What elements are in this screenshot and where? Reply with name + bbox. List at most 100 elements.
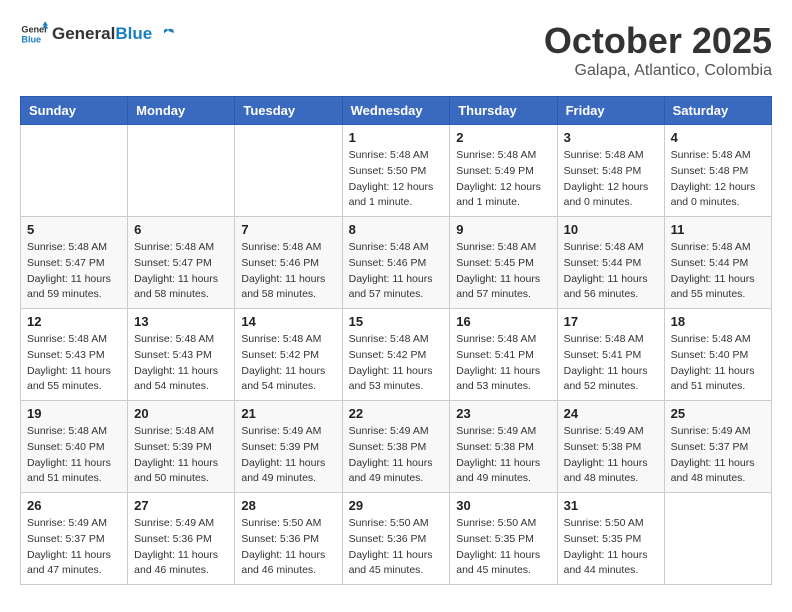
day-number: 4 xyxy=(671,130,765,145)
calendar-cell: 13 Sunrise: 5:48 AM Sunset: 5:43 PM Dayli… xyxy=(128,309,235,401)
day-info: Sunrise: 5:48 AM Sunset: 5:42 PM Dayligh… xyxy=(241,332,335,395)
calendar-cell: 11 Sunrise: 5:48 AM Sunset: 5:44 PM Dayli… xyxy=(664,217,771,309)
day-info: Sunrise: 5:48 AM Sunset: 5:40 PM Dayligh… xyxy=(27,424,121,487)
day-info: Sunrise: 5:48 AM Sunset: 5:44 PM Dayligh… xyxy=(671,240,765,303)
day-number: 12 xyxy=(27,314,121,329)
day-number: 7 xyxy=(241,222,335,237)
calendar-cell: 18 Sunrise: 5:48 AM Sunset: 5:40 PM Dayli… xyxy=(664,309,771,401)
day-info: Sunrise: 5:48 AM Sunset: 5:40 PM Dayligh… xyxy=(671,332,765,395)
day-number: 9 xyxy=(456,222,550,237)
page-header: General Blue GeneralBlue October 2025 Ga… xyxy=(20,20,772,80)
day-info: Sunrise: 5:50 AM Sunset: 5:35 PM Dayligh… xyxy=(456,516,550,579)
calendar-cell xyxy=(664,493,771,585)
day-number: 15 xyxy=(349,314,444,329)
calendar-week-2: 5 Sunrise: 5:48 AM Sunset: 5:47 PM Daylig… xyxy=(21,217,772,309)
day-number: 6 xyxy=(134,222,228,237)
day-info: Sunrise: 5:49 AM Sunset: 5:37 PM Dayligh… xyxy=(27,516,121,579)
calendar-cell: 20 Sunrise: 5:48 AM Sunset: 5:39 PM Dayli… xyxy=(128,401,235,493)
day-info: Sunrise: 5:48 AM Sunset: 5:39 PM Dayligh… xyxy=(134,424,228,487)
calendar-cell: 1Sunrise: 5:48 AM Sunset: 5:50 PM Daylig… xyxy=(342,125,450,217)
day-info: Sunrise: 5:48 AM Sunset: 5:48 PM Dayligh… xyxy=(671,148,765,211)
calendar-cell: 24 Sunrise: 5:49 AM Sunset: 5:38 PM Dayli… xyxy=(557,401,664,493)
day-info: Sunrise: 5:48 AM Sunset: 5:46 PM Dayligh… xyxy=(241,240,335,303)
calendar-cell: 22 Sunrise: 5:49 AM Sunset: 5:38 PM Dayli… xyxy=(342,401,450,493)
calendar-cell xyxy=(21,125,128,217)
day-info: Sunrise: 5:48 AM Sunset: 5:43 PM Dayligh… xyxy=(27,332,121,395)
calendar-cell: 12 Sunrise: 5:48 AM Sunset: 5:43 PM Dayli… xyxy=(21,309,128,401)
day-number: 11 xyxy=(671,222,765,237)
logo: General Blue GeneralBlue xyxy=(20,20,177,48)
day-header-tuesday: Tuesday xyxy=(235,97,342,125)
calendar-cell: 3Sunrise: 5:48 AM Sunset: 5:48 PM Daylig… xyxy=(557,125,664,217)
calendar-cell: 31Sunrise: 5:50 AM Sunset: 5:35 PM Dayli… xyxy=(557,493,664,585)
calendar-week-4: 19 Sunrise: 5:48 AM Sunset: 5:40 PM Dayli… xyxy=(21,401,772,493)
day-number: 1 xyxy=(349,130,444,145)
title-area: October 2025 Galapa, Atlantico, Colombia xyxy=(544,20,772,80)
calendar-header-row: SundayMondayTuesdayWednesdayThursdayFrid… xyxy=(21,97,772,125)
calendar-cell: 8Sunrise: 5:48 AM Sunset: 5:46 PM Daylig… xyxy=(342,217,450,309)
calendar-cell: 6 Sunrise: 5:48 AM Sunset: 5:47 PM Daylig… xyxy=(128,217,235,309)
day-info: Sunrise: 5:48 AM Sunset: 5:42 PM Dayligh… xyxy=(349,332,444,395)
day-number: 16 xyxy=(456,314,550,329)
day-info: Sunrise: 5:49 AM Sunset: 5:38 PM Dayligh… xyxy=(564,424,658,487)
day-info: Sunrise: 5:48 AM Sunset: 5:44 PM Dayligh… xyxy=(564,240,658,303)
day-number: 17 xyxy=(564,314,658,329)
calendar-week-3: 12 Sunrise: 5:48 AM Sunset: 5:43 PM Dayli… xyxy=(21,309,772,401)
calendar-cell: 19 Sunrise: 5:48 AM Sunset: 5:40 PM Dayli… xyxy=(21,401,128,493)
day-number: 28 xyxy=(241,498,335,513)
day-info: Sunrise: 5:48 AM Sunset: 5:45 PM Dayligh… xyxy=(456,240,550,303)
day-number: 24 xyxy=(564,406,658,421)
logo-blue: Blue xyxy=(115,24,152,43)
day-number: 30 xyxy=(456,498,550,513)
day-info: Sunrise: 5:49 AM Sunset: 5:39 PM Dayligh… xyxy=(241,424,335,487)
day-header-saturday: Saturday xyxy=(664,97,771,125)
day-number: 29 xyxy=(349,498,444,513)
day-number: 25 xyxy=(671,406,765,421)
logo-icon: General Blue xyxy=(20,20,48,48)
day-header-monday: Monday xyxy=(128,97,235,125)
location-subtitle: Galapa, Atlantico, Colombia xyxy=(544,62,772,80)
calendar-cell: 23Sunrise: 5:49 AM Sunset: 5:38 PM Dayli… xyxy=(450,401,557,493)
day-info: Sunrise: 5:48 AM Sunset: 5:49 PM Dayligh… xyxy=(456,148,550,211)
day-number: 5 xyxy=(27,222,121,237)
day-number: 13 xyxy=(134,314,228,329)
day-number: 27 xyxy=(134,498,228,513)
calendar-cell: 26Sunrise: 5:49 AM Sunset: 5:37 PM Dayli… xyxy=(21,493,128,585)
month-title: October 2025 xyxy=(544,20,772,62)
calendar-cell: 5Sunrise: 5:48 AM Sunset: 5:47 PM Daylig… xyxy=(21,217,128,309)
day-number: 2 xyxy=(456,130,550,145)
calendar-cell: 14Sunrise: 5:48 AM Sunset: 5:42 PM Dayli… xyxy=(235,309,342,401)
day-number: 23 xyxy=(456,406,550,421)
logo-general: General xyxy=(52,24,115,43)
day-info: Sunrise: 5:49 AM Sunset: 5:38 PM Dayligh… xyxy=(349,424,444,487)
day-number: 18 xyxy=(671,314,765,329)
day-info: Sunrise: 5:49 AM Sunset: 5:37 PM Dayligh… xyxy=(671,424,765,487)
day-info: Sunrise: 5:48 AM Sunset: 5:41 PM Dayligh… xyxy=(564,332,658,395)
calendar-week-1: 1Sunrise: 5:48 AM Sunset: 5:50 PM Daylig… xyxy=(21,125,772,217)
day-number: 20 xyxy=(134,406,228,421)
calendar-cell xyxy=(128,125,235,217)
day-number: 21 xyxy=(241,406,335,421)
day-info: Sunrise: 5:48 AM Sunset: 5:43 PM Dayligh… xyxy=(134,332,228,395)
day-info: Sunrise: 5:49 AM Sunset: 5:36 PM Dayligh… xyxy=(134,516,228,579)
calendar-cell: 30 Sunrise: 5:50 AM Sunset: 5:35 PM Dayli… xyxy=(450,493,557,585)
day-number: 31 xyxy=(564,498,658,513)
calendar-cell: 7 Sunrise: 5:48 AM Sunset: 5:46 PM Daylig… xyxy=(235,217,342,309)
calendar-cell: 10 Sunrise: 5:48 AM Sunset: 5:44 PM Dayli… xyxy=(557,217,664,309)
calendar-cell: 15 Sunrise: 5:48 AM Sunset: 5:42 PM Dayli… xyxy=(342,309,450,401)
calendar-cell xyxy=(235,125,342,217)
calendar-cell: 28Sunrise: 5:50 AM Sunset: 5:36 PM Dayli… xyxy=(235,493,342,585)
day-number: 10 xyxy=(564,222,658,237)
day-header-thursday: Thursday xyxy=(450,97,557,125)
calendar-cell: 16 Sunrise: 5:48 AM Sunset: 5:41 PM Dayli… xyxy=(450,309,557,401)
day-info: Sunrise: 5:48 AM Sunset: 5:48 PM Dayligh… xyxy=(564,148,658,211)
day-info: Sunrise: 5:48 AM Sunset: 5:47 PM Dayligh… xyxy=(134,240,228,303)
day-header-friday: Friday xyxy=(557,97,664,125)
calendar-cell: 2 Sunrise: 5:48 AM Sunset: 5:49 PM Daylig… xyxy=(450,125,557,217)
day-number: 19 xyxy=(27,406,121,421)
calendar-week-5: 26Sunrise: 5:49 AM Sunset: 5:37 PM Dayli… xyxy=(21,493,772,585)
calendar-cell: 21 Sunrise: 5:49 AM Sunset: 5:39 PM Dayli… xyxy=(235,401,342,493)
calendar-cell: 17 Sunrise: 5:48 AM Sunset: 5:41 PM Dayli… xyxy=(557,309,664,401)
day-info: Sunrise: 5:48 AM Sunset: 5:41 PM Dayligh… xyxy=(456,332,550,395)
day-number: 22 xyxy=(349,406,444,421)
